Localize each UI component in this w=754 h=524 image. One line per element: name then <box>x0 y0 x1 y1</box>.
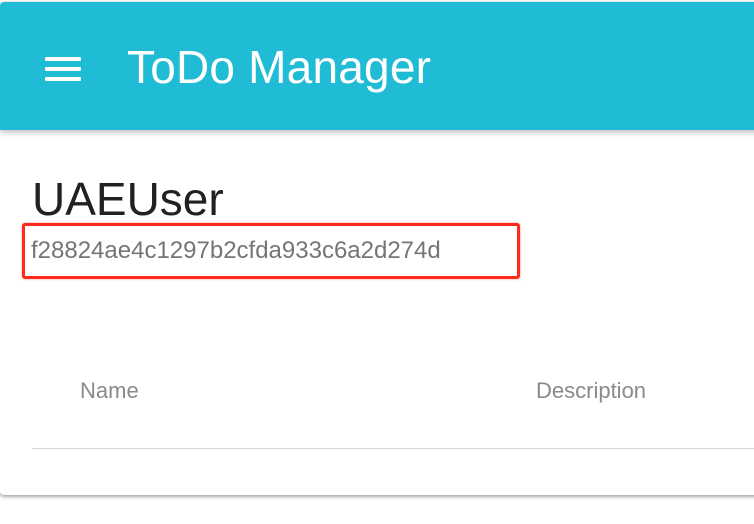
app-toolbar: ToDo Manager <box>0 2 754 130</box>
column-header-description[interactable]: Description <box>536 378 646 404</box>
menu-icon-bar-bottom <box>45 77 81 81</box>
todo-card: ToDo Manager UAEUser f28824ae4c1297b2cfd… <box>0 2 754 495</box>
menu-icon-bar-middle <box>45 67 81 71</box>
page: ToDo Manager UAEUser f28824ae4c1297b2cfd… <box>0 0 754 524</box>
user-name: UAEUser <box>32 173 224 225</box>
app-title: ToDo Manager <box>127 41 432 93</box>
user-id-highlight <box>22 223 520 279</box>
menu-icon[interactable] <box>36 43 92 91</box>
menu-icon-bar-top <box>45 57 81 61</box>
table-header: Name Description <box>32 352 754 449</box>
column-header-name[interactable]: Name <box>80 378 139 404</box>
